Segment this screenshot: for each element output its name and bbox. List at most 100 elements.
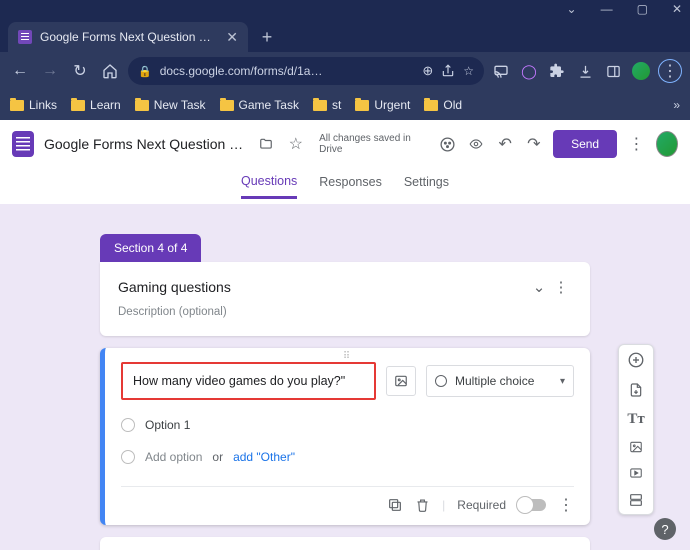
required-toggle[interactable] [518, 499, 546, 511]
drag-handle-icon[interactable]: ⠿ [343, 351, 352, 362]
save-status: All changes saved in Drive [319, 133, 419, 155]
extension-circle-icon[interactable]: ◯ [518, 60, 540, 82]
form-section-tabs: Questions Responses Settings [0, 168, 690, 204]
tab-settings[interactable]: Settings [404, 175, 449, 197]
question-footer: | Required ⋮ [121, 486, 574, 515]
panel-icon[interactable] [602, 60, 624, 82]
window-minimize-icon[interactable]: — [601, 2, 613, 16]
home-button[interactable] [98, 59, 122, 83]
tab-close-icon[interactable]: ✕ [226, 29, 238, 46]
back-button[interactable]: ← [8, 59, 32, 83]
collapse-icon[interactable]: ⌄ [528, 278, 550, 296]
question-text-highlight: How many video games do you play?" [121, 362, 376, 400]
add-section-icon[interactable] [628, 492, 644, 508]
question-type-dropdown[interactable]: Multiple choice ▾ [426, 365, 574, 397]
chrome-menu-button[interactable]: ⋮ [658, 59, 682, 83]
folder-icon [220, 100, 234, 111]
preview-icon[interactable] [467, 137, 486, 151]
import-questions-icon[interactable] [628, 381, 644, 399]
section-more-icon[interactable]: ⋮ [550, 278, 572, 296]
browser-tab[interactable]: Google Forms Next Question Bas ✕ [8, 22, 248, 52]
bookmark-old[interactable]: Old [424, 98, 462, 112]
form-canvas: Section 4 of 4 Gaming questions ⌄ ⋮ Desc… [0, 204, 690, 550]
add-other-link[interactable]: add "Other" [233, 450, 295, 464]
move-folder-icon[interactable] [258, 137, 277, 151]
help-button[interactable]: ? [654, 518, 676, 540]
window-close-icon[interactable]: ✕ [672, 2, 682, 16]
question-type-label: Multiple choice [455, 374, 534, 388]
profile-avatar-icon[interactable] [630, 60, 652, 82]
url-bar[interactable]: 🔒 docs.google.com/forms/d/1a… ⊕ ☆ [128, 57, 484, 85]
option-row-1[interactable]: Option 1 [121, 418, 574, 432]
option-radio-icon [121, 418, 135, 432]
bookmark-new-task[interactable]: New Task [135, 98, 206, 112]
bookmark-st[interactable]: st [313, 98, 341, 112]
window-dropdown-icon[interactable]: ⌄ [567, 2, 577, 16]
tab-title: Google Forms Next Question Bas [40, 30, 218, 44]
header-more-icon[interactable]: ⋮ [627, 134, 646, 154]
browser-toolbar: ← → ↻ 🔒 docs.google.com/forms/d/1a… ⊕ ☆ … [0, 52, 690, 90]
add-question-icon[interactable] [627, 351, 645, 369]
radio-icon [435, 375, 447, 387]
folder-icon [10, 100, 24, 111]
url-text: docs.google.com/forms/d/1a… [160, 64, 415, 78]
add-title-icon[interactable]: Tᴛ [627, 411, 644, 428]
form-title[interactable]: Google Forms Next Question Based or [44, 136, 248, 152]
bookmarks-overflow-icon[interactable]: » [673, 98, 680, 112]
extensions-icon[interactable] [546, 60, 568, 82]
undo-icon[interactable]: ↶ [496, 134, 515, 154]
forward-button[interactable]: → [38, 59, 62, 83]
section-title[interactable]: Gaming questions [118, 279, 528, 295]
bookmark-star-icon[interactable]: ☆ [463, 64, 474, 78]
browser-tabstrip: Google Forms Next Question Bas ✕ + [0, 18, 690, 52]
tab-responses[interactable]: Responses [319, 175, 382, 197]
add-option-text[interactable]: Add option [145, 450, 202, 464]
cast-icon[interactable] [490, 60, 512, 82]
downloads-icon[interactable] [574, 60, 596, 82]
new-tab-button[interactable]: + [254, 24, 280, 50]
question-card[interactable]: ⠿ How many video games do you play?" Mul… [100, 348, 590, 525]
delete-icon[interactable] [415, 497, 430, 513]
send-button[interactable]: Send [553, 130, 617, 158]
required-label: Required [457, 498, 506, 512]
forms-favicon-icon [18, 30, 32, 44]
chevron-down-icon: ▾ [560, 376, 565, 387]
duplicate-icon[interactable] [387, 497, 403, 513]
tab-questions[interactable]: Questions [241, 174, 297, 199]
folder-icon [355, 100, 369, 111]
bookmark-urgent[interactable]: Urgent [355, 98, 410, 112]
or-text: or [212, 450, 223, 464]
star-icon[interactable]: ☆ [287, 134, 306, 154]
forms-header: Google Forms Next Question Based or ☆ Al… [0, 120, 690, 168]
folder-icon [313, 100, 327, 111]
section-description[interactable]: Description (optional) [118, 306, 572, 318]
lock-icon: 🔒 [138, 65, 152, 78]
reload-button[interactable]: ↻ [68, 59, 92, 83]
folder-icon [71, 100, 85, 111]
section-header-card[interactable]: Gaming questions ⌄ ⋮ Description (option… [100, 262, 590, 336]
untitled-question-card[interactable]: Untitled Question [100, 537, 590, 550]
redo-icon[interactable]: ↷ [524, 134, 543, 154]
bookmarks-bar: Links Learn New Task Game Task st Urgent… [0, 90, 690, 120]
option-1-text[interactable]: Option 1 [145, 418, 190, 432]
section-badge: Section 4 of 4 [100, 234, 201, 262]
account-avatar-icon[interactable] [656, 131, 678, 157]
window-maximize-icon[interactable]: ▢ [637, 2, 648, 16]
question-more-icon[interactable]: ⋮ [558, 495, 574, 515]
add-image-icon[interactable] [628, 440, 644, 454]
forms-logo-icon[interactable] [12, 131, 34, 157]
theme-icon[interactable] [439, 136, 458, 153]
add-video-icon[interactable] [628, 466, 644, 480]
bookmark-learn[interactable]: Learn [71, 98, 121, 112]
question-text-input[interactable]: How many video games do you play?" [133, 374, 364, 388]
bookmark-game-task[interactable]: Game Task [220, 98, 299, 112]
folder-icon [424, 100, 438, 111]
add-option-row[interactable]: Add option or add "Other" [121, 450, 574, 464]
folder-icon [135, 100, 149, 111]
share-icon[interactable] [441, 64, 455, 78]
zoom-icon[interactable]: ⊕ [422, 63, 433, 79]
add-image-button[interactable] [386, 366, 416, 396]
side-toolbar: Tᴛ [618, 344, 654, 515]
bookmark-links[interactable]: Links [10, 98, 57, 112]
window-titlebar: ⌄ — ▢ ✕ [0, 0, 690, 18]
